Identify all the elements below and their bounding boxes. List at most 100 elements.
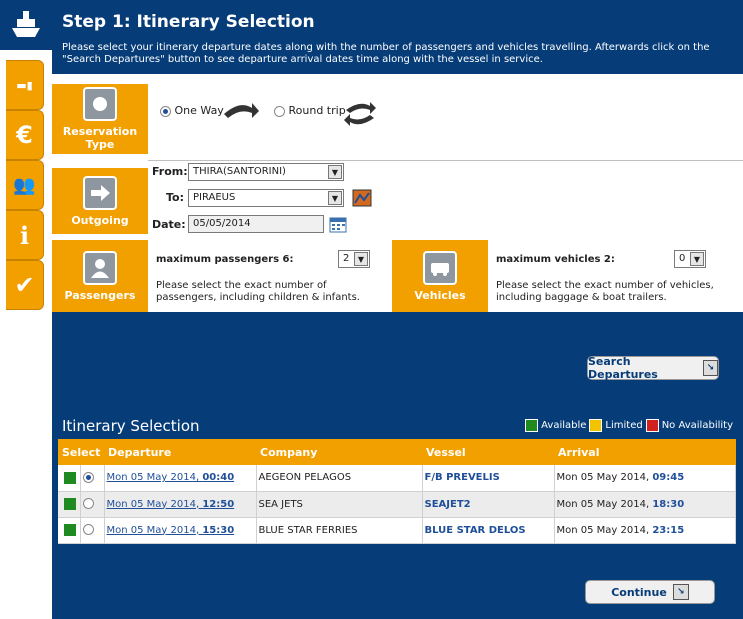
one-way-option[interactable]: One Way — [160, 104, 224, 117]
vehicles-hint: Please select the exact number of vehicl… — [496, 280, 714, 303]
one-way-label: One Way — [174, 104, 224, 117]
tab-passengers[interactable]: 👥 — [6, 160, 44, 210]
round-trip-option[interactable]: Round trip — [274, 104, 346, 117]
chevron-down-icon: ▼ — [690, 252, 704, 266]
arrow-right-icon — [83, 175, 117, 210]
vessel-cell: SEAJET2 — [422, 491, 555, 518]
to-value: PIRAEUS — [193, 192, 236, 203]
company-cell: SEA JETS — [256, 491, 423, 518]
table-row[interactable]: Mon 05 May 2014, 15:30 BLUE STAR FERRIES… — [58, 517, 736, 544]
from-select[interactable]: THIRA(SANTORINI) ▼ — [188, 163, 344, 181]
ship-icon — [0, 0, 52, 50]
vehicle-icon — [423, 250, 457, 285]
col-arrival: Arrival — [554, 439, 736, 465]
availability-indicator — [64, 471, 76, 484]
itinerary-table: Select Departure Company Vessel Arrival … — [58, 439, 736, 544]
arrow-icon: ↘ — [702, 360, 718, 376]
arrow-icon: ↘ — [672, 584, 689, 600]
chevron-down-icon: ▼ — [328, 191, 342, 205]
from-label: From: — [152, 165, 188, 178]
company-cell: BLUE STAR FERRIES — [256, 517, 423, 544]
col-company: Company — [256, 439, 422, 465]
round-trip-arrow-icon — [344, 102, 376, 126]
one-way-arrow-icon — [224, 103, 259, 118]
outgoing-block: Outgoing — [52, 168, 148, 234]
passengers-label: Passengers — [64, 288, 136, 302]
row-select-radio[interactable] — [82, 524, 94, 536]
itinerary-form: Reservation Type One Way Round trip Outg… — [52, 74, 743, 312]
to-select[interactable]: PIRAEUS ▼ — [188, 189, 344, 207]
arrival-cell: Mon 05 May 2014, 09:45 — [554, 465, 736, 492]
departure-link[interactable]: Mon 05 May 2014, 15:30 — [107, 525, 235, 536]
tab-info[interactable]: i — [6, 210, 44, 260]
tab-payment[interactable]: € — [6, 110, 44, 160]
search-departures-button[interactable]: Search Departures ↘ — [587, 355, 719, 381]
itinerary-title: Itinerary Selection — [62, 417, 200, 435]
table-row[interactable]: Mon 05 May 2014, 12:50 SEA JETS SEAJET2 … — [58, 491, 736, 518]
row-select-radio[interactable] — [82, 498, 94, 510]
info-icon: i — [19, 220, 30, 250]
departure-link[interactable]: Mon 05 May 2014, 00:40 — [107, 472, 235, 483]
outgoing-label: Outgoing — [71, 213, 129, 227]
chevron-down-icon: ▼ — [354, 252, 368, 266]
passengers-select[interactable]: 2 ▼ — [338, 250, 370, 268]
chevron-down-icon: ▼ — [328, 165, 342, 179]
max-passengers-label: maximum passengers 6: — [156, 254, 294, 265]
passengers-block: Passengers — [52, 240, 148, 312]
round-trip-radio[interactable] — [274, 105, 285, 117]
calendar-icon[interactable] — [329, 215, 347, 233]
bed-icon: ▬▮ — [16, 78, 33, 92]
page-title: Step 1: Itinerary Selection — [62, 12, 315, 32]
map-icon[interactable] — [352, 189, 372, 207]
sidebar: ▬▮ € 👥 i ✔ — [0, 0, 52, 619]
legend-available: Available — [541, 420, 587, 431]
to-label: To: — [166, 191, 184, 204]
reservation-type-label: Reservation Type — [62, 125, 138, 151]
continue-button[interactable]: Continue ↘ — [585, 580, 715, 604]
one-way-radio[interactable] — [160, 105, 171, 117]
col-select: Select — [58, 439, 104, 465]
divider — [148, 160, 743, 161]
passenger-icon — [83, 250, 117, 285]
people-icon: 👥 — [13, 174, 36, 196]
col-departure: Departure — [104, 439, 256, 465]
legend-none: No Availability — [661, 420, 733, 431]
page-intro: Please select your itinerary departure d… — [62, 42, 710, 65]
vehicles-block: Vehicles — [392, 240, 488, 312]
max-vehicles-label: maximum vehicles 2: — [496, 254, 615, 265]
passengers-value: 2 — [343, 253, 350, 264]
departure-link[interactable]: Mon 05 May 2014, 12:50 — [107, 499, 235, 510]
vehicles-label: Vehicles — [414, 288, 466, 302]
table-header: Select Departure Company Vessel Arrival — [58, 439, 736, 465]
euro-icon: € — [16, 121, 33, 149]
arrival-cell: Mon 05 May 2014, 18:30 — [554, 491, 736, 518]
reservation-icon — [83, 87, 117, 121]
table-row[interactable]: Mon 05 May 2014, 00:40 AEGEON PELAGOS F/… — [58, 465, 736, 492]
none-swatch — [645, 419, 659, 432]
row-select-radio[interactable] — [82, 472, 94, 483]
main-panel: Step 1: Itinerary Selection Please selec… — [52, 0, 743, 619]
check-icon: ✔ — [14, 271, 35, 299]
legend-limited: Limited — [605, 420, 643, 431]
from-value: THIRA(SANTORINI) — [193, 166, 286, 177]
round-trip-label: Round trip — [288, 104, 346, 117]
tab-confirm[interactable]: ✔ — [6, 260, 44, 310]
vehicles-value: 0 — [679, 253, 686, 264]
vessel-cell: F/B PREVELIS — [422, 465, 555, 492]
company-cell: AEGEON PELAGOS — [256, 465, 423, 492]
vehicles-select[interactable]: 0 ▼ — [674, 250, 706, 268]
passengers-hint: Please select the exact number of passen… — [156, 280, 360, 303]
search-departures-label: Search Departures — [588, 355, 658, 381]
available-swatch — [525, 419, 539, 432]
tab-accommodation[interactable]: ▬▮ — [6, 60, 44, 110]
arrival-cell: Mon 05 May 2014, 23:15 — [554, 517, 736, 544]
limited-swatch — [589, 419, 603, 432]
availability-indicator — [64, 524, 76, 536]
vessel-cell: BLUE STAR DELOS — [422, 517, 555, 544]
reservation-type-block: Reservation Type — [52, 84, 148, 154]
continue-label: Continue — [611, 585, 667, 599]
availability-indicator — [64, 498, 76, 510]
availability-legend: Available Limited No Availability — [525, 419, 733, 432]
date-value: 05/05/2014 — [193, 218, 251, 229]
date-input[interactable]: 05/05/2014 — [188, 215, 324, 233]
